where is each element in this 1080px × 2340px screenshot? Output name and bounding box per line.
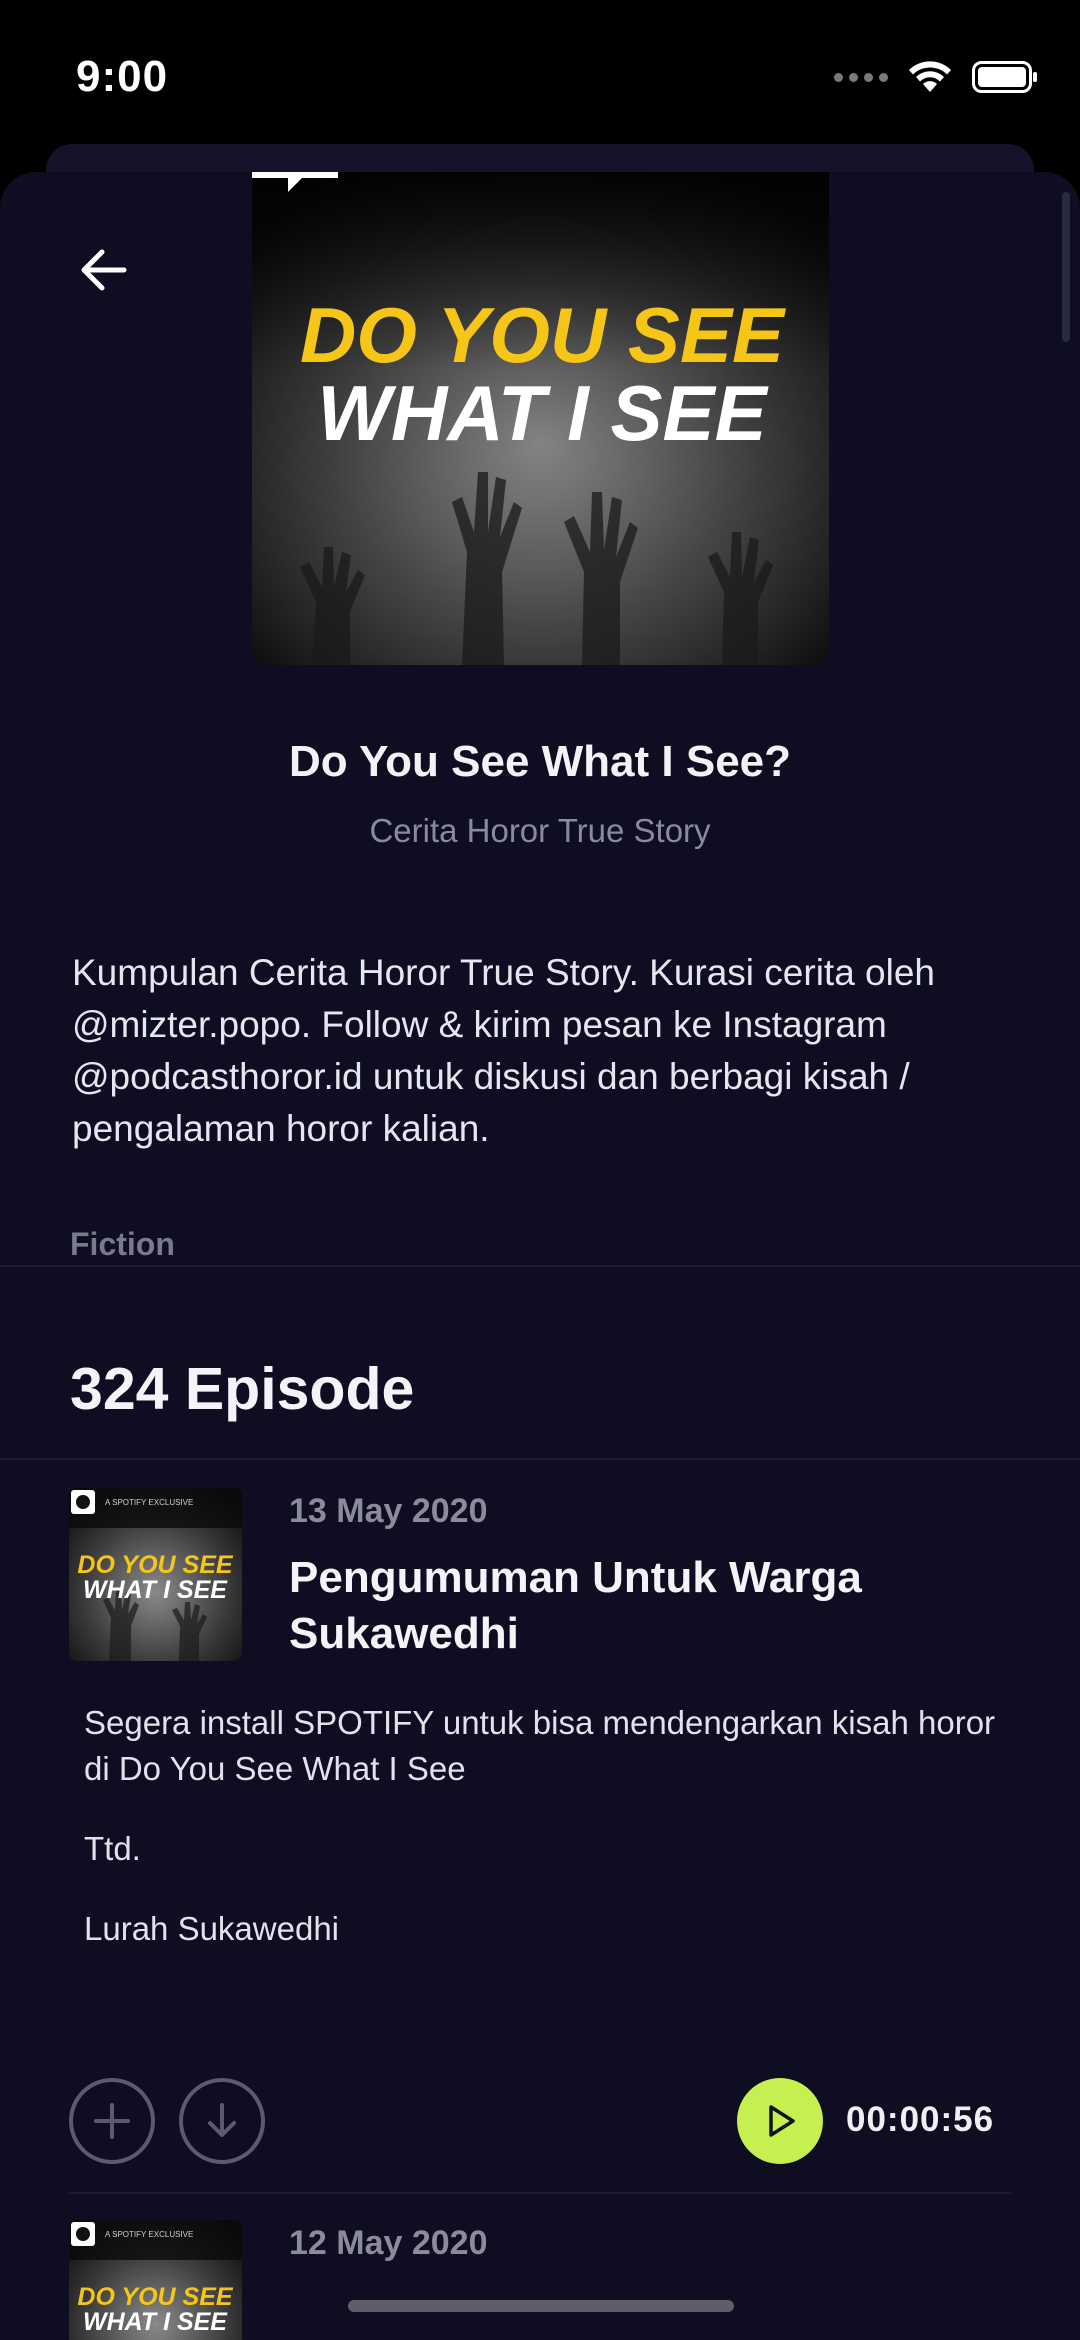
episode-title[interactable]: Pengumuman Untuk Warga Sukawedhi [289,1550,909,1662]
podcast-title: Do You See What I See? [288,737,792,786]
wifi-icon [909,61,951,92]
home-indicator[interactable] [348,2300,734,2312]
play-button[interactable] [737,2078,823,2164]
podcast-description: Kumpulan Cerita Horor True Story. Kurasi… [72,952,936,1149]
episode-thumbnail: A SPOTIFY EXCLUSIVE DO YOU SEE WHAT I SE… [69,2220,242,2340]
battery-icon [972,61,1037,93]
episode-description: Segera install SPOTIFY untuk bisa menden… [84,1700,1014,1986]
thumb-title-line1: DO YOU SEE [77,2283,233,2311]
scroll-indicator[interactable] [1062,192,1070,342]
episode-count: 324 Episode [70,1356,415,1422]
cover-title-line2: WHAT I SEE [317,369,768,457]
back-button[interactable] [76,242,132,298]
thumb-title-line1: DO YOU SEE [77,1551,233,1579]
episode-description-line: Ttd. [84,1830,141,1867]
spotify-icon [76,1495,90,1509]
episode-description-line: Lurah Sukawedhi [84,1910,340,1947]
status-icons [834,60,1038,94]
episode-date: 13 May 2020 [289,1492,488,1530]
spotify-icon [76,2227,90,2241]
status-bar: 9:00 [0,0,1080,150]
podcast-cover-art: DO YOU SEE WHAT I SEE [252,172,829,665]
divider [0,1265,1080,1267]
episode-thumbnail: A SPOTIFY EXCLUSIVE DO YOU SEE WHAT I SE… [69,1488,242,1661]
episode-date: 12 May 2020 [289,2224,488,2262]
thumb-title-line2: WHAT I SEE [83,2308,228,2336]
episode-badge: A SPOTIFY EXCLUSIVE [105,1498,193,1507]
back-arrow-icon [81,249,127,291]
add-icon [94,2103,130,2139]
divider [69,2192,1011,2194]
podcast-detail-sheet[interactable]: DO YOU SEE WHAT I SEE Do You See What I … [0,172,1080,2340]
cover-title-line1: DO YOU SEE [300,291,786,379]
podcast-category[interactable]: Fiction [70,1226,175,1263]
cellular-signal-icon [834,72,888,82]
thumb-title-line2: WHAT I SEE [83,1576,228,1604]
add-to-library-button[interactable] [69,2078,155,2164]
podcast-author[interactable]: Cerita Horor True Story [0,812,1080,850]
download-button[interactable] [179,2078,265,2164]
download-icon [208,2103,236,2137]
episode-description-line: Segera install SPOTIFY untuk bisa menden… [84,1704,996,1787]
episode-badge: A SPOTIFY EXCLUSIVE [105,2230,193,2239]
divider [0,1458,1080,1460]
play-icon [769,2105,795,2137]
episode-duration: 00:00:56 [846,2100,995,2139]
status-time: 9:00 [76,52,169,101]
